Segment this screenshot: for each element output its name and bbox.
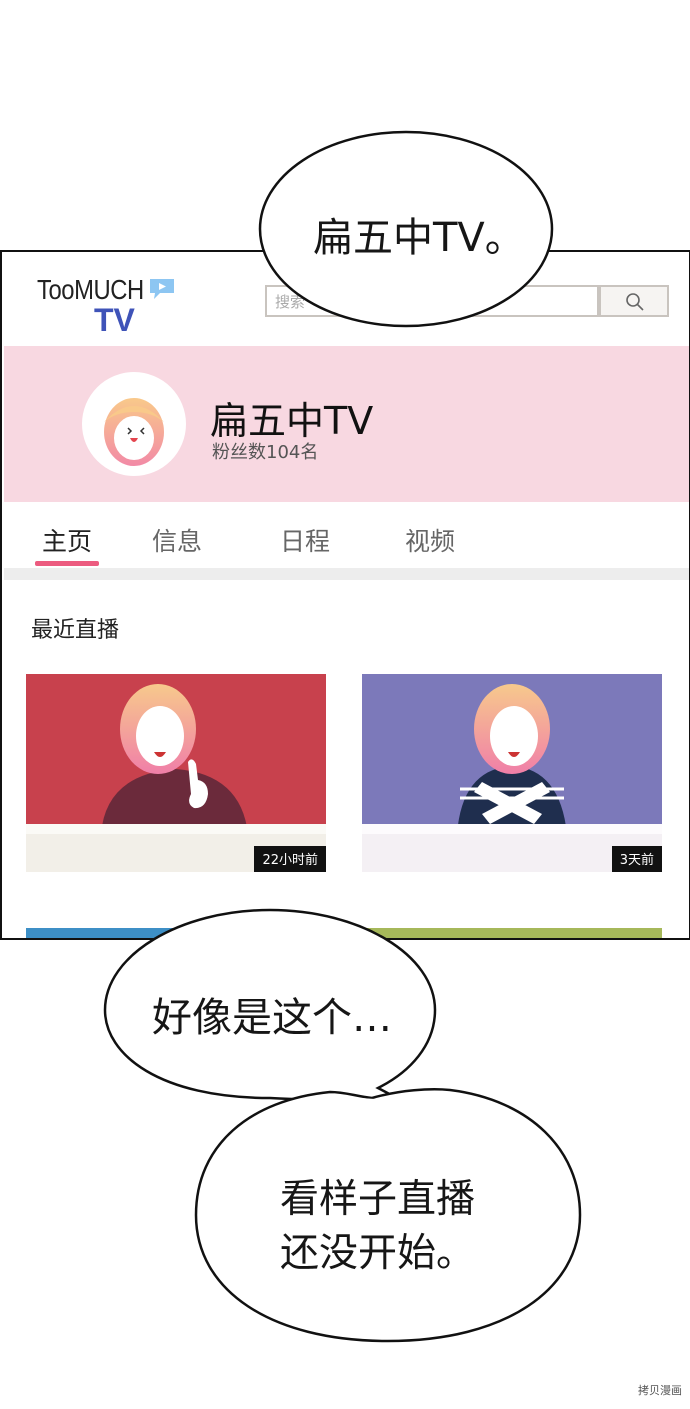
speech-text-bottom-line1: 看样子直播 xyxy=(280,1177,476,1222)
speech-text-middle: 好像是这个… xyxy=(152,995,392,1041)
watermark: 拷贝漫画 xyxy=(638,1384,682,1397)
speech-text-top: 扁五中TV。 xyxy=(313,215,525,261)
speech-text-bottom-line2: 还没开始。 xyxy=(280,1231,476,1276)
